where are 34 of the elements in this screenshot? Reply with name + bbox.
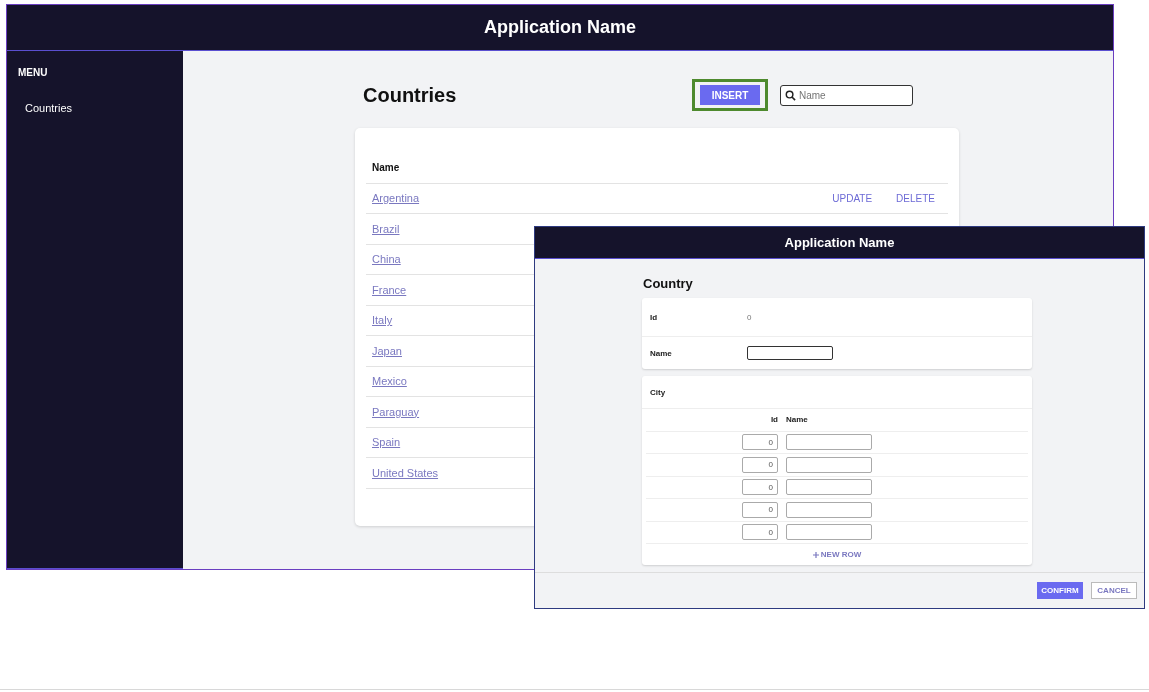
action-link[interactable]: UPDATE (832, 192, 873, 204)
column-header: Name (786, 415, 809, 425)
search-field[interactable]: Name (780, 84, 913, 106)
name-input[interactable] (786, 524, 872, 541)
app-header: Application Name (7, 5, 1113, 51)
insert-button[interactable]: INSERT (692, 79, 768, 111)
menu-heading: MENU (18, 67, 49, 78)
field-label: Id (650, 312, 659, 322)
field-label: Name (650, 348, 673, 358)
page-title: Countries (363, 83, 458, 107)
name-input[interactable] (786, 434, 872, 451)
section-title: City (650, 387, 666, 397)
action-link[interactable]: DELETE (896, 192, 935, 204)
field-value: 0 (747, 312, 752, 322)
name-input[interactable] (786, 479, 872, 496)
menu-item[interactable]: Countries (25, 102, 183, 114)
name-input[interactable] (786, 501, 872, 518)
id-input[interactable]: 0 (742, 434, 778, 451)
new-row-button[interactable]: NEW ROW (806, 544, 868, 565)
column-header: Name (372, 162, 401, 174)
column-header: Id (769, 415, 778, 425)
id-input[interactable]: 0 (742, 501, 778, 518)
name-input[interactable] (747, 346, 833, 360)
name-input[interactable] (786, 456, 872, 473)
id-input[interactable]: 0 (742, 479, 778, 496)
search-icon (785, 89, 796, 101)
plus-icon (812, 551, 819, 558)
confirm-button[interactable]: CONFIRM (1037, 582, 1083, 599)
form-title: Country (643, 276, 694, 291)
dialog-header: Application Name (535, 227, 1144, 259)
id-input[interactable]: 0 (742, 456, 778, 473)
id-input[interactable]: 0 (742, 524, 778, 541)
cancel-button[interactable]: CANCEL (1091, 582, 1137, 599)
country-link[interactable]: Argentina (372, 192, 809, 205)
